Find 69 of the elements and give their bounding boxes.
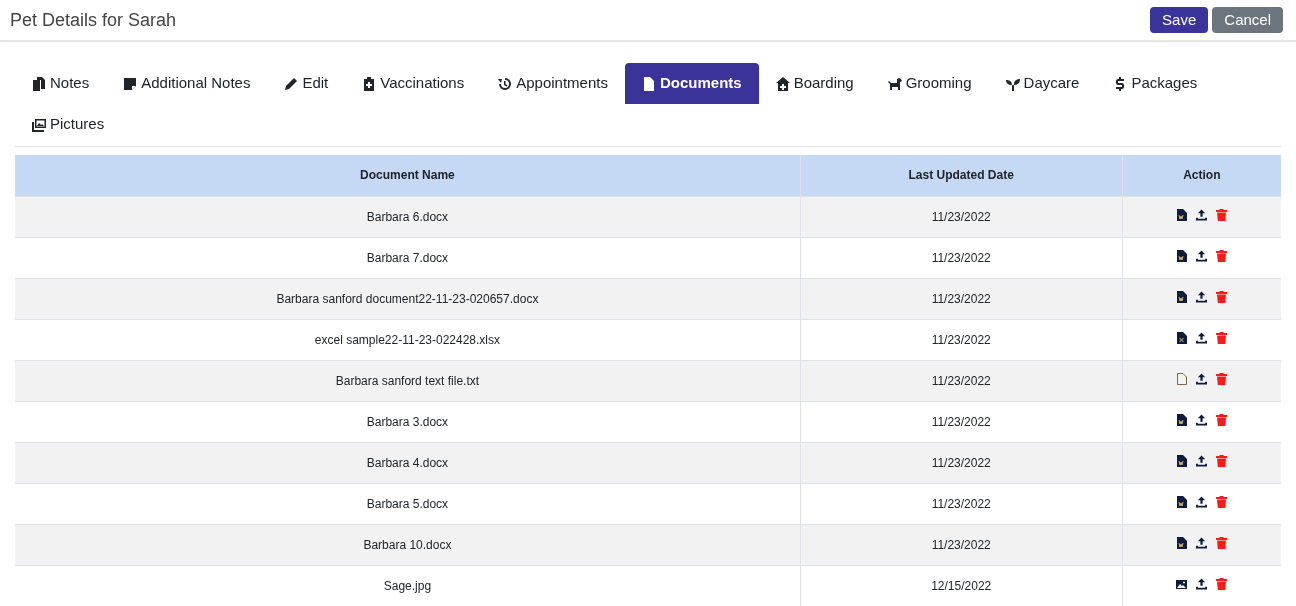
tab[interactable]: Daycare bbox=[988, 63, 1097, 104]
column-header: Document Name bbox=[15, 155, 801, 196]
tab[interactable]: Notes bbox=[15, 63, 107, 104]
table-cell: Barbara sanford text file.txt bbox=[15, 360, 801, 401]
tab[interactable]: Documents bbox=[624, 63, 759, 104]
tab[interactable]: Edit bbox=[267, 63, 346, 104]
word-file-icon[interactable] bbox=[1176, 454, 1188, 467]
upload-icon[interactable] bbox=[1196, 495, 1208, 508]
upload-icon[interactable] bbox=[1196, 577, 1208, 590]
page-title: Pet Details for Sarah bbox=[10, 8, 177, 32]
word-file-icon[interactable] bbox=[1176, 290, 1188, 303]
sprout-icon bbox=[1005, 76, 1020, 91]
table-cell: 11/23/2022 bbox=[800, 442, 1123, 483]
table-cell: 11/23/2022 bbox=[800, 196, 1123, 237]
tab[interactable]: Grooming bbox=[870, 63, 989, 104]
word-file-icon[interactable] bbox=[1176, 536, 1188, 549]
save-button[interactable]: Save bbox=[1150, 7, 1209, 33]
file-icon bbox=[641, 76, 656, 91]
tab[interactable]: Additional Notes bbox=[106, 63, 268, 104]
upload-icon[interactable] bbox=[1196, 372, 1208, 385]
excel-file-icon[interactable] bbox=[1176, 331, 1188, 344]
upload-icon[interactable] bbox=[1196, 290, 1208, 303]
cancel-button[interactable]: Cancel bbox=[1212, 7, 1283, 33]
word-file-icon[interactable] bbox=[1176, 495, 1188, 508]
word-file-icon[interactable] bbox=[1176, 249, 1188, 262]
table-cell: 11/23/2022 bbox=[800, 278, 1123, 319]
upload-icon[interactable] bbox=[1196, 249, 1208, 262]
trash-icon[interactable] bbox=[1216, 413, 1228, 426]
table-cell: Barbara sanford document22-11-23-020657.docx bbox=[15, 278, 801, 319]
history-icon bbox=[498, 76, 513, 91]
trash-icon[interactable] bbox=[1216, 208, 1228, 221]
upload-icon[interactable] bbox=[1196, 536, 1208, 549]
upload-icon[interactable] bbox=[1196, 331, 1208, 344]
house-icon bbox=[775, 76, 790, 91]
clipboard-plus-icon bbox=[362, 76, 377, 91]
table-cell: 11/23/2022 bbox=[800, 360, 1123, 401]
trash-icon[interactable] bbox=[1216, 495, 1228, 508]
images-icon bbox=[32, 117, 46, 132]
image-icon[interactable] bbox=[1176, 577, 1188, 590]
upload-icon[interactable] bbox=[1196, 454, 1208, 467]
dog-icon bbox=[887, 76, 902, 91]
tab[interactable]: Vaccinations bbox=[345, 63, 482, 104]
trash-icon[interactable] bbox=[1216, 454, 1228, 467]
table-cell: Sage.jpg bbox=[15, 565, 801, 606]
note-icon bbox=[123, 76, 138, 91]
copy-icon bbox=[32, 76, 46, 91]
word-file-icon[interactable] bbox=[1176, 208, 1188, 221]
trash-icon[interactable] bbox=[1216, 290, 1228, 303]
trash-icon[interactable] bbox=[1216, 372, 1228, 385]
trash-icon[interactable] bbox=[1216, 331, 1228, 344]
word-file-icon[interactable] bbox=[1176, 413, 1188, 426]
tab[interactable]: Appointments bbox=[481, 63, 625, 104]
column-header: Action bbox=[1122, 155, 1281, 196]
tab[interactable]: Boarding bbox=[758, 63, 871, 104]
table-cell: Barbara 10.docx bbox=[15, 524, 801, 565]
upload-icon[interactable] bbox=[1196, 413, 1208, 426]
file-icon[interactable] bbox=[1176, 372, 1188, 385]
trash-icon[interactable] bbox=[1216, 536, 1228, 549]
pencil-icon bbox=[284, 76, 299, 91]
tab[interactable]: Packages bbox=[1096, 63, 1215, 104]
table-cell: 12/15/2022 bbox=[800, 565, 1123, 606]
table-cell: Barbara 6.docx bbox=[15, 196, 801, 237]
trash-icon[interactable] bbox=[1216, 249, 1228, 262]
table-cell: 11/23/2022 bbox=[800, 524, 1123, 565]
table-cell: Barbara 4.docx bbox=[15, 442, 801, 483]
column-header: Last Updated Date bbox=[800, 155, 1123, 196]
trash-icon[interactable] bbox=[1216, 577, 1228, 590]
upload-icon[interactable] bbox=[1196, 208, 1208, 221]
tab[interactable]: Pictures bbox=[15, 104, 122, 145]
